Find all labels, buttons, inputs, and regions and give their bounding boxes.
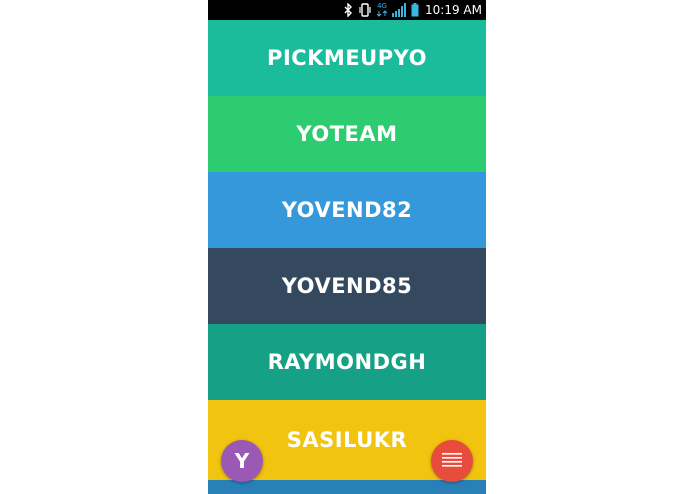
contact-name: YOVEND85 bbox=[281, 274, 413, 298]
contact-row-pickmeupyo[interactable]: PICKMEUPYO bbox=[208, 20, 486, 96]
profile-letter: Y bbox=[234, 449, 250, 473]
bluetooth-icon bbox=[344, 3, 353, 17]
hamburger-menu-icon bbox=[442, 452, 462, 471]
contact-name: YOVEND82 bbox=[281, 198, 413, 222]
profile-button[interactable]: Y bbox=[221, 440, 263, 482]
contact-name: PICKMEUPYO bbox=[267, 46, 427, 70]
contact-row-yoteam[interactable]: YOTEAM bbox=[208, 96, 486, 172]
contact-name: RAYMONDGH bbox=[267, 350, 427, 374]
menu-button[interactable] bbox=[431, 440, 473, 482]
contact-list: PICKMEUPYO YOTEAM YOVEND82 YOVEND85 RAYM… bbox=[208, 20, 486, 480]
status-clock: 10:19 AM bbox=[425, 3, 482, 17]
vibrate-icon bbox=[358, 3, 372, 17]
network-label: 4G bbox=[377, 2, 387, 10]
signal-icon bbox=[392, 3, 407, 17]
contact-row-yovend85[interactable]: YOVEND85 bbox=[208, 248, 486, 324]
contact-name: SASILUKR bbox=[286, 428, 408, 452]
contact-row-raymondgh[interactable]: RAYMONDGH bbox=[208, 324, 486, 400]
contact-row-yovend82[interactable]: YOVEND82 bbox=[208, 172, 486, 248]
phone-screen: 4G 10:19 AM PICKMEUPYO YOTEAM YOVEND82 Y… bbox=[208, 0, 486, 494]
battery-icon bbox=[411, 3, 419, 17]
status-bar: 4G 10:19 AM bbox=[208, 0, 486, 20]
network-4g-icon: 4G bbox=[377, 2, 388, 17]
contact-name: YOTEAM bbox=[296, 122, 398, 146]
